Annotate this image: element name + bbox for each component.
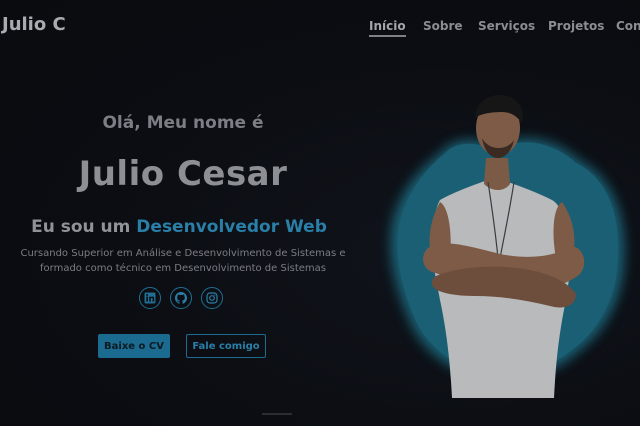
role-highlight: Desenvolvedor Web [136, 217, 327, 237]
contact-button[interactable]: Fale comigo [186, 334, 266, 358]
hero-description: Cursando Superior em Análise e Desenvolv… [0, 246, 366, 276]
scroll-indicator [262, 413, 292, 415]
nav-link-servicos[interactable]: Serviços [478, 19, 535, 33]
download-cv-button[interactable]: Baixe o CV [98, 334, 170, 358]
hero-role: Eu sou um Desenvolvedor Web [0, 217, 358, 237]
description-line-1: Cursando Superior em Análise e Desenvolv… [20, 248, 346, 259]
hero-greeting: Olá, Meu nome é [102, 113, 264, 133]
profile-illustration [390, 94, 625, 398]
instagram-icon [206, 292, 218, 304]
role-prefix: Eu sou um [31, 217, 131, 237]
hero-name: Julio Cesar [78, 154, 288, 194]
nav-link-inicio[interactable]: Início [369, 19, 406, 37]
nav-link-sobre[interactable]: Sobre [423, 19, 463, 33]
nav-link-projetos[interactable]: Projetos [548, 19, 604, 33]
linkedin-link[interactable] [139, 287, 161, 309]
github-link[interactable] [170, 287, 192, 309]
linkedin-icon [144, 292, 156, 304]
hero-text: Olá, Meu nome é Julio Cesar Eu sou um De… [0, 0, 370, 426]
instagram-link[interactable] [201, 287, 223, 309]
github-icon [175, 292, 187, 304]
page: Julio C Início Sobre Serviços Projetos C… [0, 0, 640, 426]
profile-photo [380, 88, 640, 408]
nav-link-contato[interactable]: Cont [616, 19, 640, 33]
description-line-2: formado como técnico em Desenvolvimento … [40, 263, 326, 274]
